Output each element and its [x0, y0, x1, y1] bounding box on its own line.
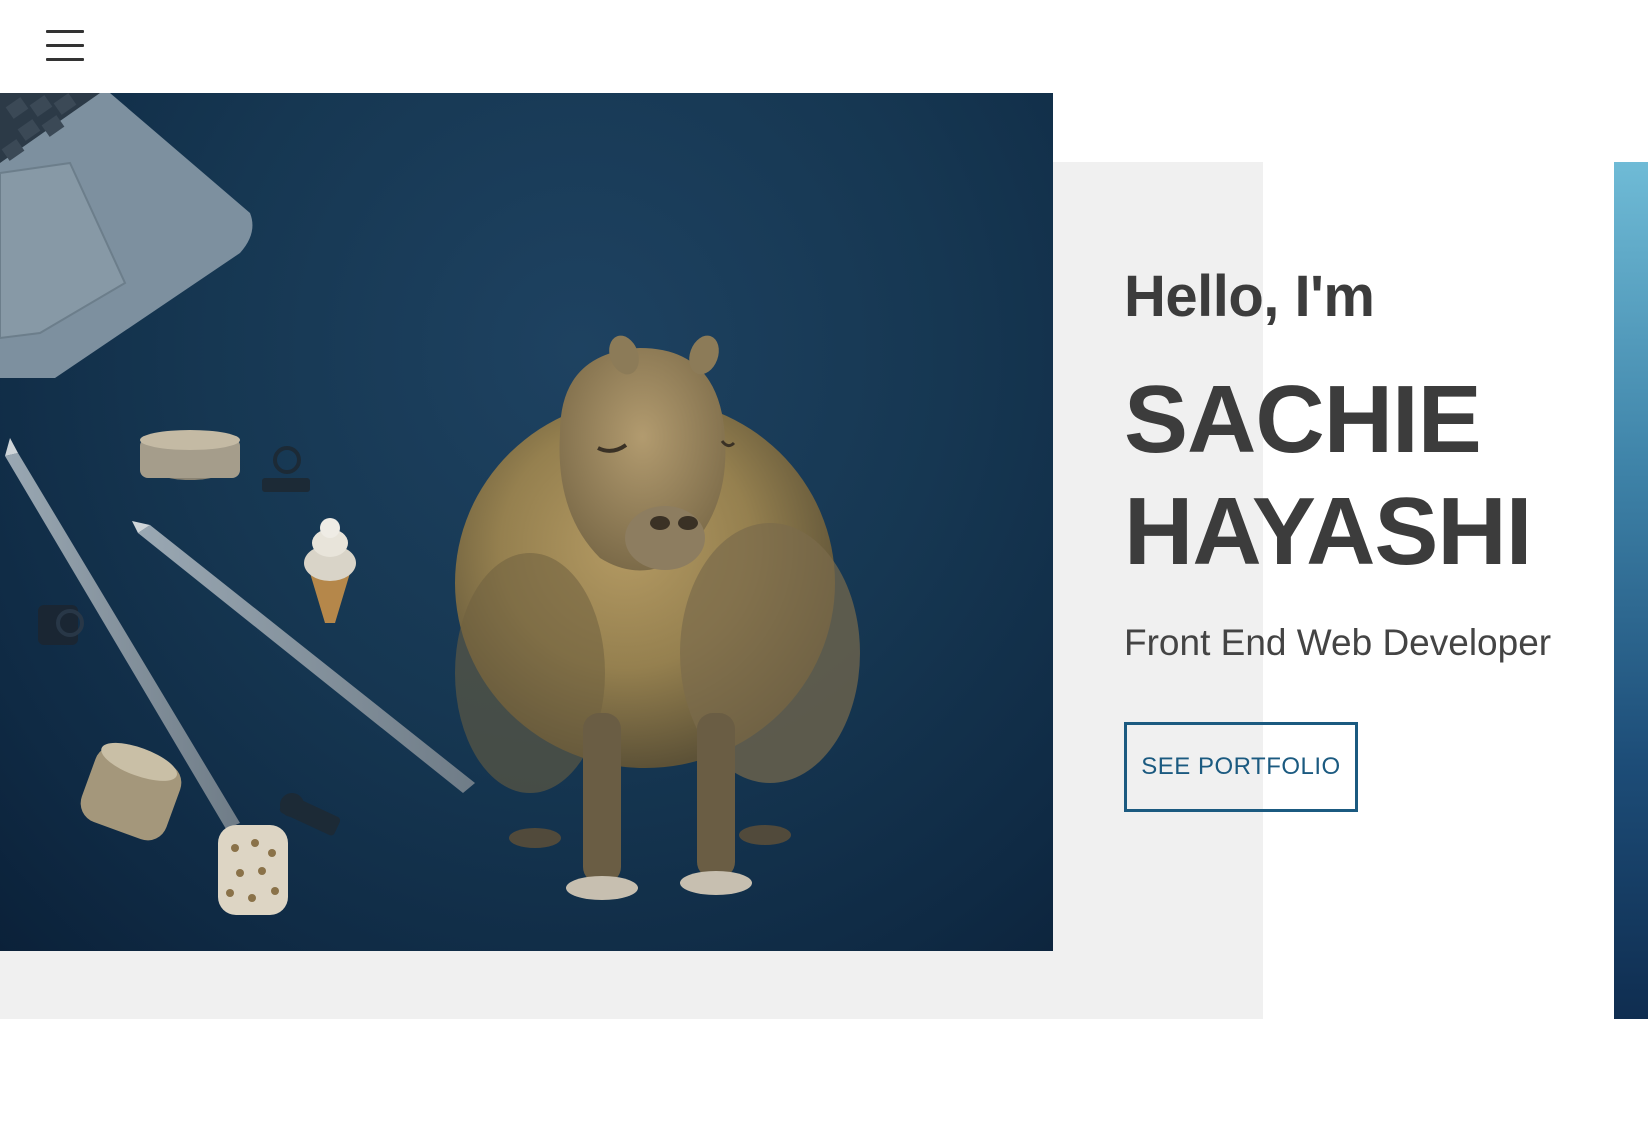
tape-roll-illustration	[140, 430, 240, 480]
see-portfolio-button[interactable]: SEE PORTFOLIO	[1124, 722, 1358, 812]
greeting-text: Hello, I'm	[1124, 264, 1375, 329]
menu-line	[46, 44, 84, 47]
hero-image	[0, 93, 1053, 951]
capybara-illustration	[455, 335, 860, 900]
polka-tape-illustration	[218, 793, 341, 915]
hero-illustration	[0, 93, 860, 915]
menu-line	[46, 58, 84, 61]
tape-roll-illustration	[80, 742, 182, 841]
role-subtitle: Front End Web Developer	[1124, 622, 1552, 663]
menu-line	[46, 30, 84, 33]
name-last: HAYASHI	[1124, 478, 1532, 585]
hamburger-menu-icon[interactable]	[46, 30, 84, 62]
ice-cream-illustration	[304, 518, 356, 623]
binder-clip-illustration	[262, 446, 310, 492]
clip-illustration	[38, 605, 84, 645]
name-first: SACHIE	[1124, 366, 1482, 473]
accent-stripe	[1614, 162, 1648, 1019]
name-heading: SACHIE HAYASHI	[1124, 364, 1604, 588]
laptop-illustration	[0, 93, 253, 378]
intro-block: Hello, I'm SACHIE HAYASHI Front End Web …	[1124, 264, 1604, 812]
